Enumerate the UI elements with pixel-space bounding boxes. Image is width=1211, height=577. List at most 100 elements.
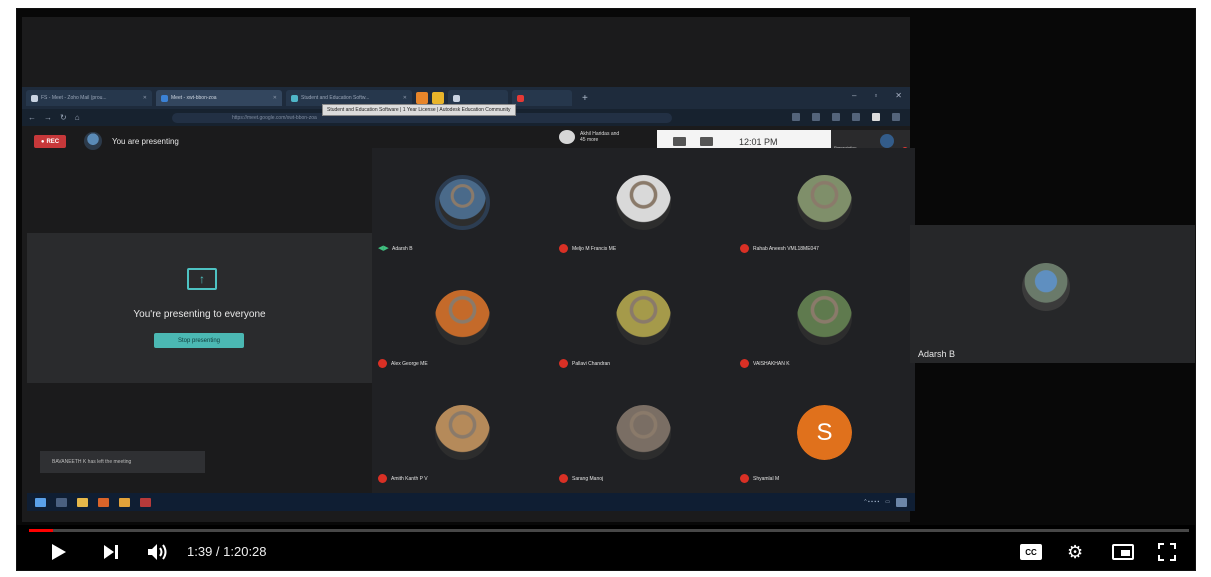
- participant-name: Sarang Manoj: [572, 475, 604, 482]
- video-frame[interactable]: FS - Meet - Zoho Mail (prou... ✕ Meet - …: [17, 9, 1195, 525]
- tab-favicon: [453, 94, 460, 102]
- reload-icon[interactable]: ↻: [60, 113, 67, 122]
- app-icon[interactable]: [119, 497, 130, 507]
- home-icon[interactable]: ⌂: [75, 113, 80, 122]
- participant-name: Rahab Aneesh VML18ME047: [753, 245, 819, 252]
- browser-tab-5[interactable]: [512, 90, 572, 106]
- participant-name: Shyamlal M: [753, 475, 780, 482]
- browser-tab-1[interactable]: FS - Meet - Zoho Mail (prou... ✕: [26, 90, 152, 106]
- stop-presenting-button[interactable]: Stop presenting: [154, 333, 244, 348]
- close-tab-icon[interactable]: ✕: [143, 95, 147, 101]
- participant-avatar: S: [797, 405, 852, 460]
- participant-name-row: Sarang Manoj: [559, 474, 603, 483]
- participant-name: Meljo M Francis ME: [572, 245, 617, 252]
- tray-icons[interactable]: ^ ▪ ▪ ▪ ▪: [864, 499, 879, 505]
- participant-name: Adarsh B: [392, 245, 413, 252]
- mic-muted-icon: [559, 244, 568, 253]
- tray-time-icon[interactable]: ▭: [885, 499, 890, 505]
- screen-recording: FS - Meet - Zoho Mail (prou... ✕ Meet - …: [22, 17, 915, 522]
- youtube-player[interactable]: FS - Meet - Zoho Mail (prou... ✕ Meet - …: [16, 8, 1196, 571]
- participant-tile[interactable]: Amith Kanth P V: [372, 378, 553, 493]
- participant-tile[interactable]: VAISHAKHAN K: [734, 263, 915, 378]
- presenter-avatar: [84, 132, 102, 150]
- people-icon: [559, 130, 575, 144]
- participant-name-row: Shyamlal M: [740, 474, 779, 483]
- participant-name-row: VAISHAKHAN K: [740, 359, 790, 368]
- menu-icon[interactable]: [892, 113, 900, 121]
- account-icon[interactable]: [872, 113, 880, 121]
- library-icon[interactable]: [812, 113, 820, 121]
- speaking-icon: ◀▶: [378, 245, 389, 252]
- download-icon[interactable]: [792, 113, 800, 121]
- volume-icon[interactable]: [147, 543, 169, 561]
- tab-favicon: [31, 94, 38, 102]
- mic-muted-icon: [740, 244, 749, 253]
- clock-time: 12:01 PM: [739, 136, 778, 147]
- tab-label: Student and Education Softw...: [301, 95, 370, 101]
- participant-name: VAISHAKHAN K: [753, 360, 790, 367]
- close-window-icon[interactable]: ✕: [895, 91, 902, 100]
- search-icon[interactable]: [56, 497, 67, 507]
- windows-taskbar: ^ ▪ ▪ ▪ ▪ ▭: [27, 493, 915, 511]
- back-icon[interactable]: ←: [28, 113, 36, 122]
- participant-grid: ◀▶ Adarsh B Meljo M Francis ME Rahab Aneesh…: [372, 148, 915, 493]
- participant-tile[interactable]: ◀▶ Adarsh B: [372, 148, 553, 263]
- tab-icon-orange[interactable]: [416, 92, 428, 104]
- captions-button[interactable]: CC: [1020, 544, 1042, 560]
- recording-badge: ● REC: [34, 135, 66, 148]
- participant-avatar: [797, 290, 852, 345]
- forward-icon[interactable]: →: [44, 113, 52, 122]
- play-icon[interactable]: [51, 543, 67, 561]
- progress-played: [29, 529, 53, 532]
- self-avatar: [880, 134, 894, 148]
- participant-tile[interactable]: S Shyamlal M: [734, 378, 915, 493]
- chat-icon[interactable]: [700, 137, 713, 146]
- maximize-icon[interactable]: ▫: [874, 91, 877, 100]
- participant-avatar: [616, 405, 671, 460]
- next-icon[interactable]: [103, 544, 119, 560]
- close-tab-icon[interactable]: ✕: [273, 95, 277, 101]
- participant-avatar: [435, 290, 490, 345]
- tab-tooltip: Student and Education Software | 1 Year …: [322, 104, 516, 116]
- sidebar-icon[interactable]: [832, 113, 840, 121]
- tab-favicon: [517, 94, 524, 102]
- mic-muted-icon: [559, 359, 568, 368]
- progress-bar[interactable]: [29, 529, 1189, 532]
- participant-name: Pallavi Chandran: [572, 360, 611, 367]
- mic-muted-icon: [740, 474, 749, 483]
- miniplayer-icon[interactable]: [1112, 544, 1134, 560]
- folder-icon[interactable]: [77, 497, 88, 507]
- extension-icon[interactable]: [852, 113, 860, 121]
- tab-icon-yellow[interactable]: [432, 92, 444, 104]
- participant-tile[interactable]: Sarang Manoj: [553, 378, 734, 493]
- close-tab-icon[interactable]: ✕: [403, 95, 407, 101]
- settings-gear-icon[interactable]: ⚙: [1067, 542, 1087, 562]
- start-icon[interactable]: [35, 497, 46, 507]
- browser-tab-2[interactable]: Meet - xwt-bbon-zoa ✕: [156, 90, 282, 106]
- participant-tile[interactable]: Meljo M Francis ME: [553, 148, 734, 263]
- presenting-panel: ↑ You're presenting to everyone Stop pre…: [27, 233, 372, 383]
- system-tray: ^ ▪ ▪ ▪ ▪ ▭: [864, 497, 907, 507]
- spotlight-avatar: [1022, 263, 1070, 311]
- mic-muted-icon: [378, 474, 387, 483]
- participant-avatar: [797, 175, 852, 230]
- mic-muted-icon: [378, 359, 387, 368]
- participant-tile[interactable]: Alex George ME: [372, 263, 553, 378]
- participant-avatar: [435, 405, 490, 460]
- pdf-icon[interactable]: [140, 497, 151, 507]
- participant-tile[interactable]: Pallavi Chandran: [553, 263, 734, 378]
- new-tab-icon[interactable]: +: [576, 93, 594, 104]
- tab-favicon: [291, 94, 298, 102]
- fullscreen-icon[interactable]: [1158, 543, 1176, 561]
- attendee-summary[interactable]: Akhil Haridas and 45 more: [559, 130, 626, 144]
- rec-label: REC: [46, 138, 60, 145]
- people-count-icon[interactable]: [673, 137, 686, 146]
- notification-icon[interactable]: [896, 497, 907, 507]
- participant-tile[interactable]: Rahab Aneesh VML18ME047: [734, 148, 915, 263]
- participant-name-row: Alex George ME: [378, 359, 428, 368]
- participant-name-row: Amith Kanth P V: [378, 474, 428, 483]
- participant-avatar: [435, 175, 490, 230]
- minimize-icon[interactable]: –: [852, 91, 856, 100]
- firefox-icon[interactable]: [98, 497, 109, 507]
- participant-name-row: Meljo M Francis ME: [559, 244, 616, 253]
